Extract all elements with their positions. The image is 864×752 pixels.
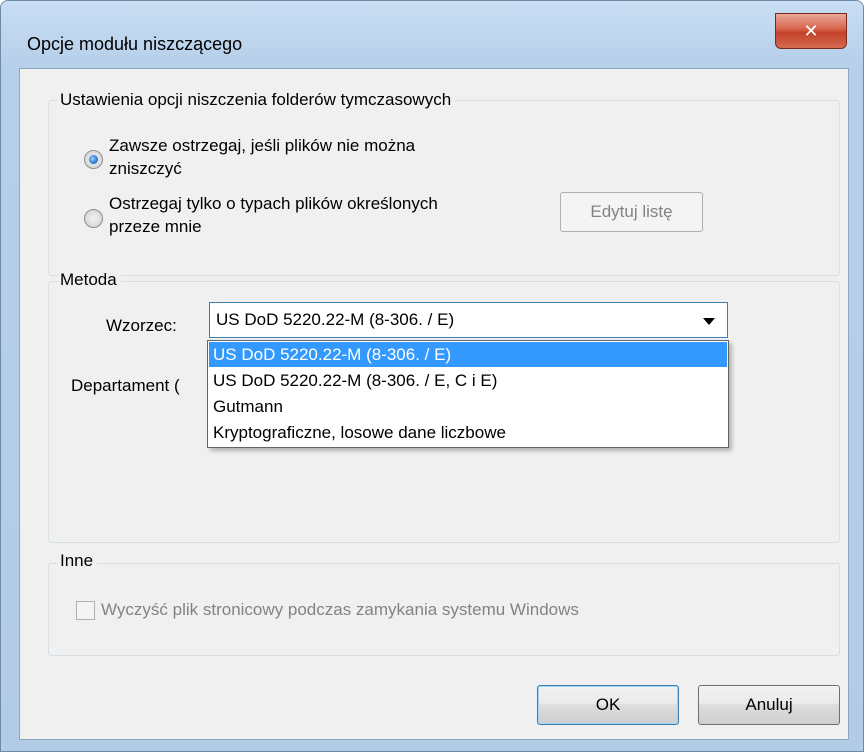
other-group-title: Inne (58, 551, 98, 571)
warn-specific-types-label-line1[interactable]: Ostrzegaj tylko o typach plików określon… (109, 193, 438, 214)
pattern-dropdown-list: US DoD 5220.22-M (8-306. / E) US DoD 522… (207, 340, 729, 448)
warn-specific-types-label-line2[interactable]: przeze mnie (109, 216, 202, 237)
always-warn-label-line1[interactable]: Zawsze ostrzegaj, jeśli plików nie można (109, 135, 415, 156)
temp-folder-group-title: Ustawienia opcji niszczenia folderów tym… (58, 90, 456, 110)
dropdown-option-gutmann[interactable]: Gutmann (209, 394, 727, 419)
clear-pagefile-label[interactable]: Wyczyść plik stronicowy podczas zamykani… (101, 599, 579, 620)
warn-specific-types-radio[interactable] (84, 209, 103, 228)
dialog-window: Opcje modułu niszczącego ✕ Ustawienia op… (0, 0, 864, 752)
pattern-label: Wzorzec: (106, 316, 177, 335)
close-icon: ✕ (803, 20, 819, 42)
ok-button[interactable]: OK (537, 685, 679, 725)
dropdown-option-crypto-random[interactable]: Kryptograficzne, losowe dane liczbowe (209, 420, 727, 445)
method-group-title: Metoda (58, 270, 121, 290)
cancel-button[interactable]: Anuluj (698, 685, 840, 725)
department-label: Departament ( (71, 376, 180, 395)
clear-pagefile-checkbox[interactable] (76, 601, 95, 620)
edit-list-button[interactable]: Edytuj listę (560, 192, 703, 232)
dialog-client-area: Ustawienia opcji niszczenia folderów tym… (19, 68, 849, 740)
always-warn-radio[interactable] (84, 150, 103, 169)
dropdown-option-dod-ece[interactable]: US DoD 5220.22-M (8-306. / E, C i E) (209, 368, 727, 393)
pattern-combobox[interactable]: US DoD 5220.22-M (8-306. / E) (209, 302, 728, 338)
close-button[interactable]: ✕ (775, 13, 847, 49)
pattern-combobox-value: US DoD 5220.22-M (8-306. / E) (216, 310, 455, 329)
chevron-down-icon[interactable] (703, 318, 715, 325)
always-warn-label-line2[interactable]: zniszczyć (109, 158, 182, 179)
temp-folder-options-group (48, 100, 840, 276)
dropdown-option-dod-e[interactable]: US DoD 5220.22-M (8-306. / E) (209, 342, 727, 367)
window-title: Opcje modułu niszczącego (27, 34, 243, 54)
